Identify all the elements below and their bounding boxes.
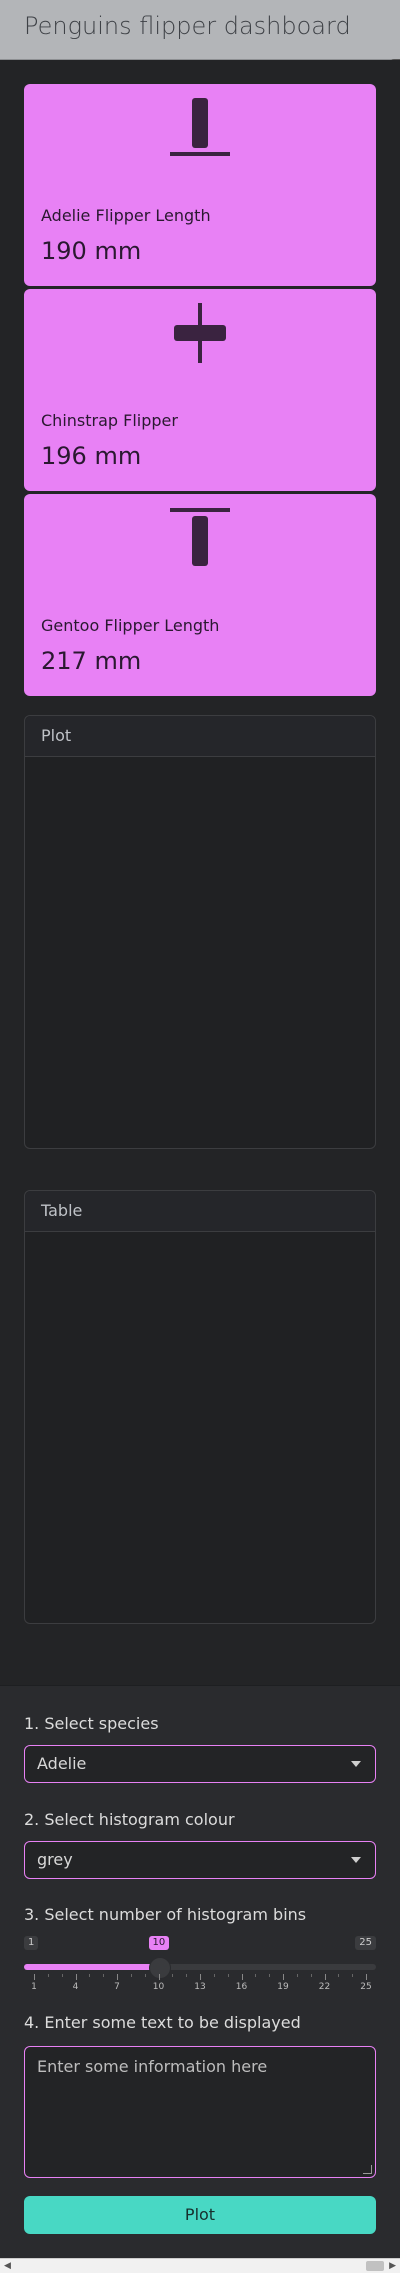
slider-max-label: 25	[355, 1936, 376, 1950]
slider-tick	[324, 1974, 326, 1980]
plot-card: Plot	[24, 715, 376, 1149]
colour-label: 2. Select histogram colour	[24, 1810, 235, 1829]
slider-tick-label: 10	[152, 1982, 165, 1992]
slider-minor-tick	[310, 1974, 312, 1977]
bins-label: 3. Select number of histogram bins	[24, 1905, 307, 1924]
slider-minor-tick	[172, 1974, 174, 1977]
slider-current-value: 10	[148, 1936, 170, 1950]
slider-tick-label: 13	[194, 1982, 206, 1992]
bins-slider[interactable]: 1 25 10 1 4 7 10 13 16 19 22 25	[24, 1936, 376, 1996]
slider-tick-label: 4	[72, 1982, 79, 1992]
slider-tick	[158, 1974, 160, 1980]
scrollbar-thumb[interactable]	[366, 2261, 384, 2271]
slider-tick-label: 19	[277, 1982, 289, 1992]
chevron-down-icon	[351, 1761, 361, 1767]
scroll-left-icon[interactable]: ◀	[4, 2259, 11, 2273]
species-select[interactable]: Adelie	[24, 1745, 376, 1783]
slider-handle[interactable]	[148, 1957, 171, 1979]
slider-minor-tick	[227, 1974, 229, 1977]
textarea-placeholder: Enter some information here	[37, 2057, 268, 2076]
align-bottom-icon	[24, 84, 376, 176]
slider-tick-label: 16	[235, 1982, 248, 1992]
info-textarea[interactable]: Enter some information here	[24, 2046, 376, 2178]
text-label: 4. Enter some text to be displayed	[24, 2013, 301, 2032]
colour-select[interactable]: grey	[24, 1841, 376, 1879]
slider-minor-tick	[296, 1974, 298, 1977]
slider-tick-label: 22	[318, 1982, 331, 1992]
slider-tick-label: 7	[114, 1982, 120, 1992]
scroll-right-icon[interactable]: ▶	[389, 2259, 396, 2273]
slider-minor-tick	[144, 1974, 146, 1977]
species-label: 1. Select species	[24, 1714, 159, 1733]
table-card-header: Table	[25, 1191, 375, 1232]
slider-minor-tick	[89, 1974, 91, 1977]
slider-minor-tick	[338, 1974, 340, 1977]
slider-tick	[34, 1974, 35, 1980]
species-selected-value: Adelie	[37, 1754, 87, 1773]
plot-button[interactable]: Plot	[24, 2196, 376, 2234]
slider-minor-tick	[103, 1974, 105, 1977]
slider-tick-label: 1	[31, 1982, 37, 1992]
slider-minor-tick	[47, 1974, 49, 1977]
slider-tick-label: 25	[360, 1982, 372, 1992]
slider-fill	[24, 1964, 159, 1970]
main-content: Adelie Flipper Length 190 mm Chinstrap F…	[0, 60, 400, 1685]
value-box-adelie: Adelie Flipper Length 190 mm	[24, 84, 376, 286]
table-card: Table	[24, 1190, 376, 1624]
horizontal-scrollbar[interactable]: ◀ ▶	[0, 2258, 400, 2273]
plot-card-header: Plot	[25, 716, 375, 757]
align-top-icon	[24, 494, 376, 586]
value-box-value: 196 mm	[41, 442, 142, 470]
value-box-title: Gentoo Flipper Length	[41, 616, 220, 635]
slider-tick	[366, 1974, 367, 1980]
page-title: Penguins flipper dashboard	[24, 12, 351, 40]
slider-minor-tick	[186, 1974, 188, 1977]
navbar: Penguins flipper dashboard	[0, 0, 400, 60]
slider-min-label: 1	[24, 1936, 39, 1950]
slider-tick	[75, 1974, 77, 1980]
value-box-title: Chinstrap Flipper	[41, 411, 178, 430]
value-box-value: 190 mm	[41, 237, 142, 265]
slider-tick	[117, 1974, 118, 1980]
resize-grip-icon[interactable]	[363, 2165, 372, 2174]
value-box-gentoo: Gentoo Flipper Length 217 mm	[24, 494, 376, 696]
slider-minor-tick	[213, 1974, 215, 1977]
slider-tick	[200, 1974, 201, 1980]
slider-minor-tick	[352, 1974, 354, 1977]
align-middle-icon	[24, 289, 376, 381]
chevron-down-icon	[351, 1857, 361, 1863]
value-box-title: Adelie Flipper Length	[41, 206, 211, 225]
slider-minor-tick	[61, 1974, 63, 1977]
slider-minor-tick	[130, 1974, 132, 1977]
slider-minor-tick	[269, 1974, 271, 1977]
slider-tick	[283, 1974, 284, 1980]
slider-minor-tick	[255, 1974, 257, 1977]
value-box-chinstrap: Chinstrap Flipper 196 mm	[24, 289, 376, 491]
value-box-value: 217 mm	[41, 647, 142, 675]
colour-selected-value: grey	[37, 1850, 73, 1869]
slider-tick	[241, 1974, 243, 1980]
